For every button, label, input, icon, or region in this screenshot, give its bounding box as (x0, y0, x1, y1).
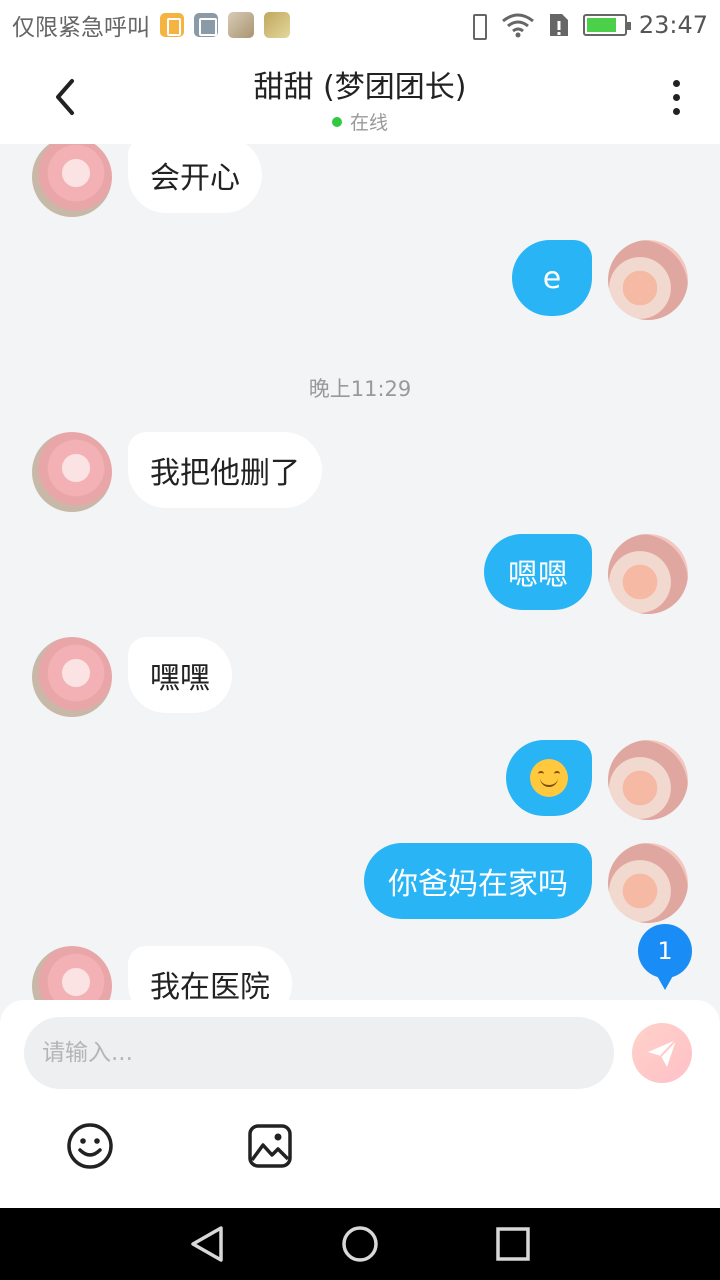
square-recent-icon (496, 1227, 531, 1261)
sim-alert-icon (549, 14, 568, 36)
incoming-message[interactable]: 会开心 (128, 144, 262, 213)
message-timestamp: 晚上11:29 (308, 377, 412, 401)
photo-notification-icon (228, 12, 254, 38)
contact-avatar[interactable] (32, 637, 112, 717)
smile-mouth (540, 777, 558, 787)
page-title: 甜甜 (梦团团长) (253, 70, 467, 105)
carrier-text: 仅限紧急呼叫 (12, 15, 150, 41)
presence-status: 在线 (0, 108, 720, 135)
status-bar: 仅限紧急呼叫 23:47 (0, 0, 720, 50)
more-vertical-icon (672, 79, 680, 87)
outgoing-message[interactable]: 你爸妈在家吗 (364, 843, 592, 919)
send-button[interactable] (632, 1023, 692, 1083)
outgoing-emoji-message[interactable] (506, 740, 592, 816)
status-left: 仅限紧急呼叫 (12, 8, 290, 42)
online-dot (331, 116, 342, 127)
contact-avatar[interactable] (32, 946, 112, 1000)
circle-home-icon (342, 1226, 378, 1262)
chat-header: 甜甜 (梦团团长) 在线 (0, 50, 720, 144)
wifi-icon (501, 13, 534, 38)
nav-recent-button[interactable] (488, 1219, 538, 1269)
system-nav-bar (0, 1208, 720, 1280)
outgoing-message[interactable]: e (512, 240, 592, 316)
my-avatar[interactable] (608, 534, 688, 614)
vibrate-icon (467, 11, 489, 40)
presence-label: 在线 (349, 112, 388, 134)
nav-home-button[interactable] (335, 1219, 385, 1269)
paper-plane-icon (648, 1039, 677, 1067)
my-avatar[interactable] (608, 843, 688, 923)
battery-level (586, 18, 616, 32)
title-block: 甜甜 (梦团团长) 在线 (0, 62, 720, 135)
status-right: 23:47 (467, 11, 708, 40)
nav-back-button[interactable] (182, 1219, 232, 1269)
message-list[interactable]: 会开心 e 晚上11:29 我把他删了 嗯嗯 嘿嘿 你爸妈在家吗 我在医院 (0, 144, 720, 1000)
my-avatar[interactable] (608, 240, 688, 320)
incoming-message[interactable]: 我把他删了 (128, 432, 322, 508)
input-panel (0, 1000, 720, 1208)
outgoing-message[interactable]: 嗯嗯 (484, 534, 592, 610)
gallery-notification-icon (194, 13, 218, 37)
image-button[interactable] (244, 1120, 296, 1172)
image-icon (248, 1124, 292, 1168)
more-options-button[interactable] (658, 74, 694, 120)
incoming-message[interactable]: 我在医院 (128, 946, 292, 1000)
unread-count-badge[interactable]: 1 (638, 924, 692, 990)
photo-notification-icon (264, 12, 290, 38)
triangle-back-icon (190, 1226, 223, 1262)
emoji-icon (67, 1123, 113, 1169)
message-input-container[interactable] (24, 1017, 614, 1089)
contact-avatar[interactable] (32, 144, 112, 217)
more-dot (672, 107, 680, 115)
smiling-face-emoji-icon (530, 759, 568, 797)
emoji-button[interactable] (64, 1120, 116, 1172)
battery-icon (582, 14, 631, 36)
message-input[interactable] (42, 1040, 596, 1066)
contact-avatar[interactable] (32, 432, 112, 512)
sim-notification-icon (160, 13, 184, 37)
my-avatar[interactable] (608, 740, 688, 820)
more-dot (672, 93, 680, 101)
clock: 23:47 (638, 11, 708, 39)
incoming-message[interactable]: 嘿嘿 (128, 637, 232, 713)
